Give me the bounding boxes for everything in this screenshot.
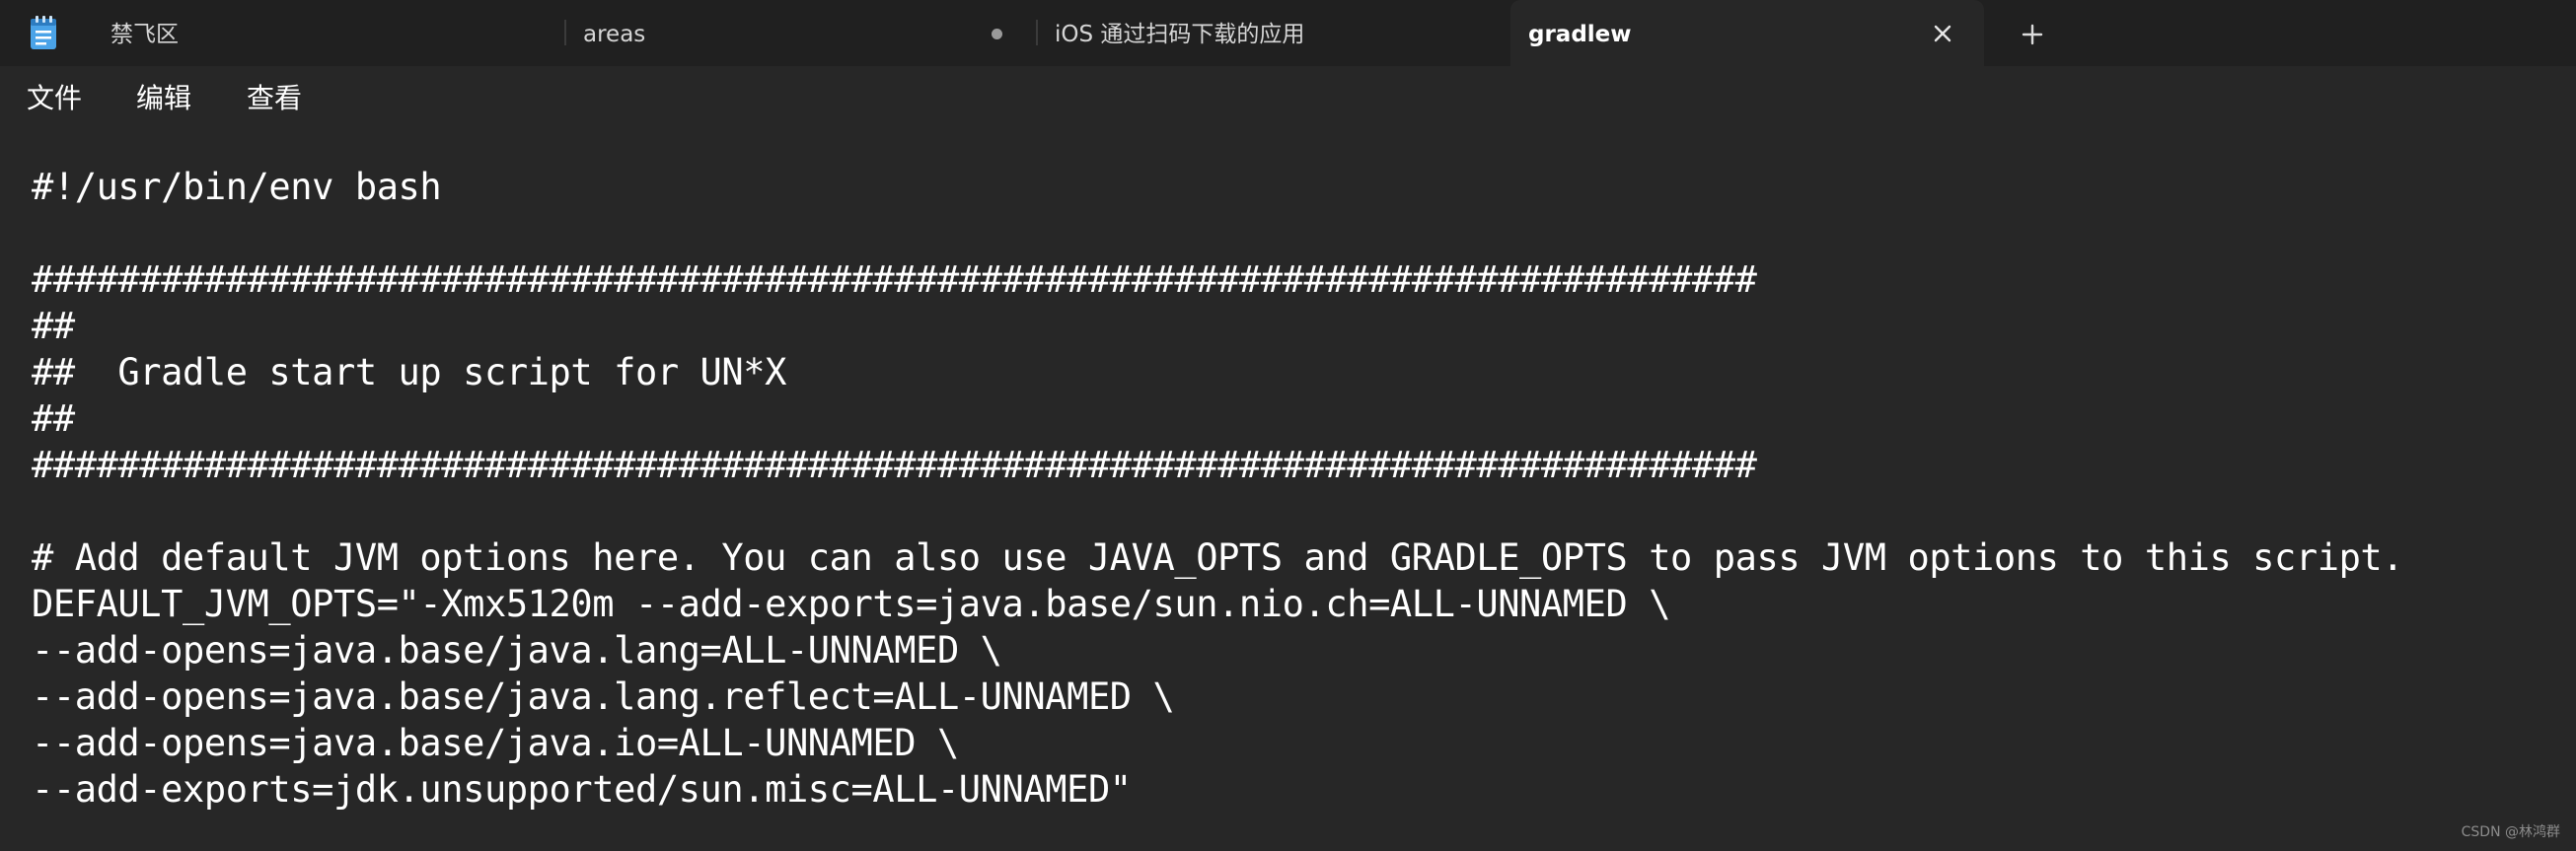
- plus-icon[interactable]: [2015, 17, 2050, 52]
- editor-content[interactable]: #!/usr/bin/env bash #####################…: [32, 164, 2404, 813]
- code-line: --add-opens=java.base/java.lang=ALL-UNNA…: [32, 629, 1002, 672]
- tab-separator: [564, 20, 566, 45]
- tab-label: 禁飞区: [110, 22, 179, 47]
- tab-ios-apps[interactable]: iOS 通过扫码下载的应用: [1055, 0, 1509, 66]
- tab-gradlew[interactable]: gradlew: [1510, 0, 1984, 66]
- code-line: --add-exports=jdk.unsupported/sun.misc=A…: [32, 768, 1132, 811]
- code-line: --add-opens=java.base/java.lang.reflect=…: [32, 675, 1175, 718]
- code-line: # Add default JVM options here. You can …: [32, 536, 2404, 579]
- menu-file[interactable]: 文件: [27, 66, 82, 129]
- tab-areas[interactable]: areas: [583, 0, 1022, 66]
- code-line: --add-opens=java.base/java.io=ALL-UNNAME…: [32, 722, 959, 764]
- menu-view[interactable]: 查看: [247, 66, 302, 129]
- watermark: CSDN @林鸿群: [2461, 824, 2560, 840]
- code-line: ########################################…: [32, 258, 1757, 301]
- notepad-window: 禁飞区 areas iOS 通过扫码下载的应用 gradlew 文件 编辑 查看: [0, 0, 2576, 851]
- tab-separator: [1036, 20, 1038, 45]
- menu-edit[interactable]: 编辑: [136, 66, 191, 129]
- tab-no-fly-zone[interactable]: 禁飞区: [110, 0, 564, 66]
- menu-bar: 文件 编辑 查看: [0, 66, 2576, 129]
- code-line: ## Gradle start up script for UN*X: [32, 351, 786, 393]
- unsaved-dot-icon: [992, 29, 1002, 39]
- tab-label: areas: [583, 22, 646, 47]
- code-line: ##: [32, 397, 75, 440]
- code-line: ########################################…: [32, 444, 1757, 486]
- code-line: DEFAULT_JVM_OPTS="-Xmx5120m --add-export…: [32, 583, 1671, 625]
- tab-label: iOS 通过扫码下载的应用: [1055, 22, 1305, 47]
- code-line: ##: [32, 305, 75, 347]
- text-editor[interactable]: #!/usr/bin/env bash #####################…: [0, 129, 2576, 851]
- notepad-icon: [31, 16, 56, 49]
- tab-strip: 禁飞区 areas iOS 通过扫码下载的应用 gradlew: [0, 0, 2576, 66]
- tab-label: gradlew: [1528, 22, 1632, 47]
- code-line: #!/usr/bin/env bash: [32, 166, 442, 208]
- close-icon[interactable]: [1925, 16, 1960, 51]
